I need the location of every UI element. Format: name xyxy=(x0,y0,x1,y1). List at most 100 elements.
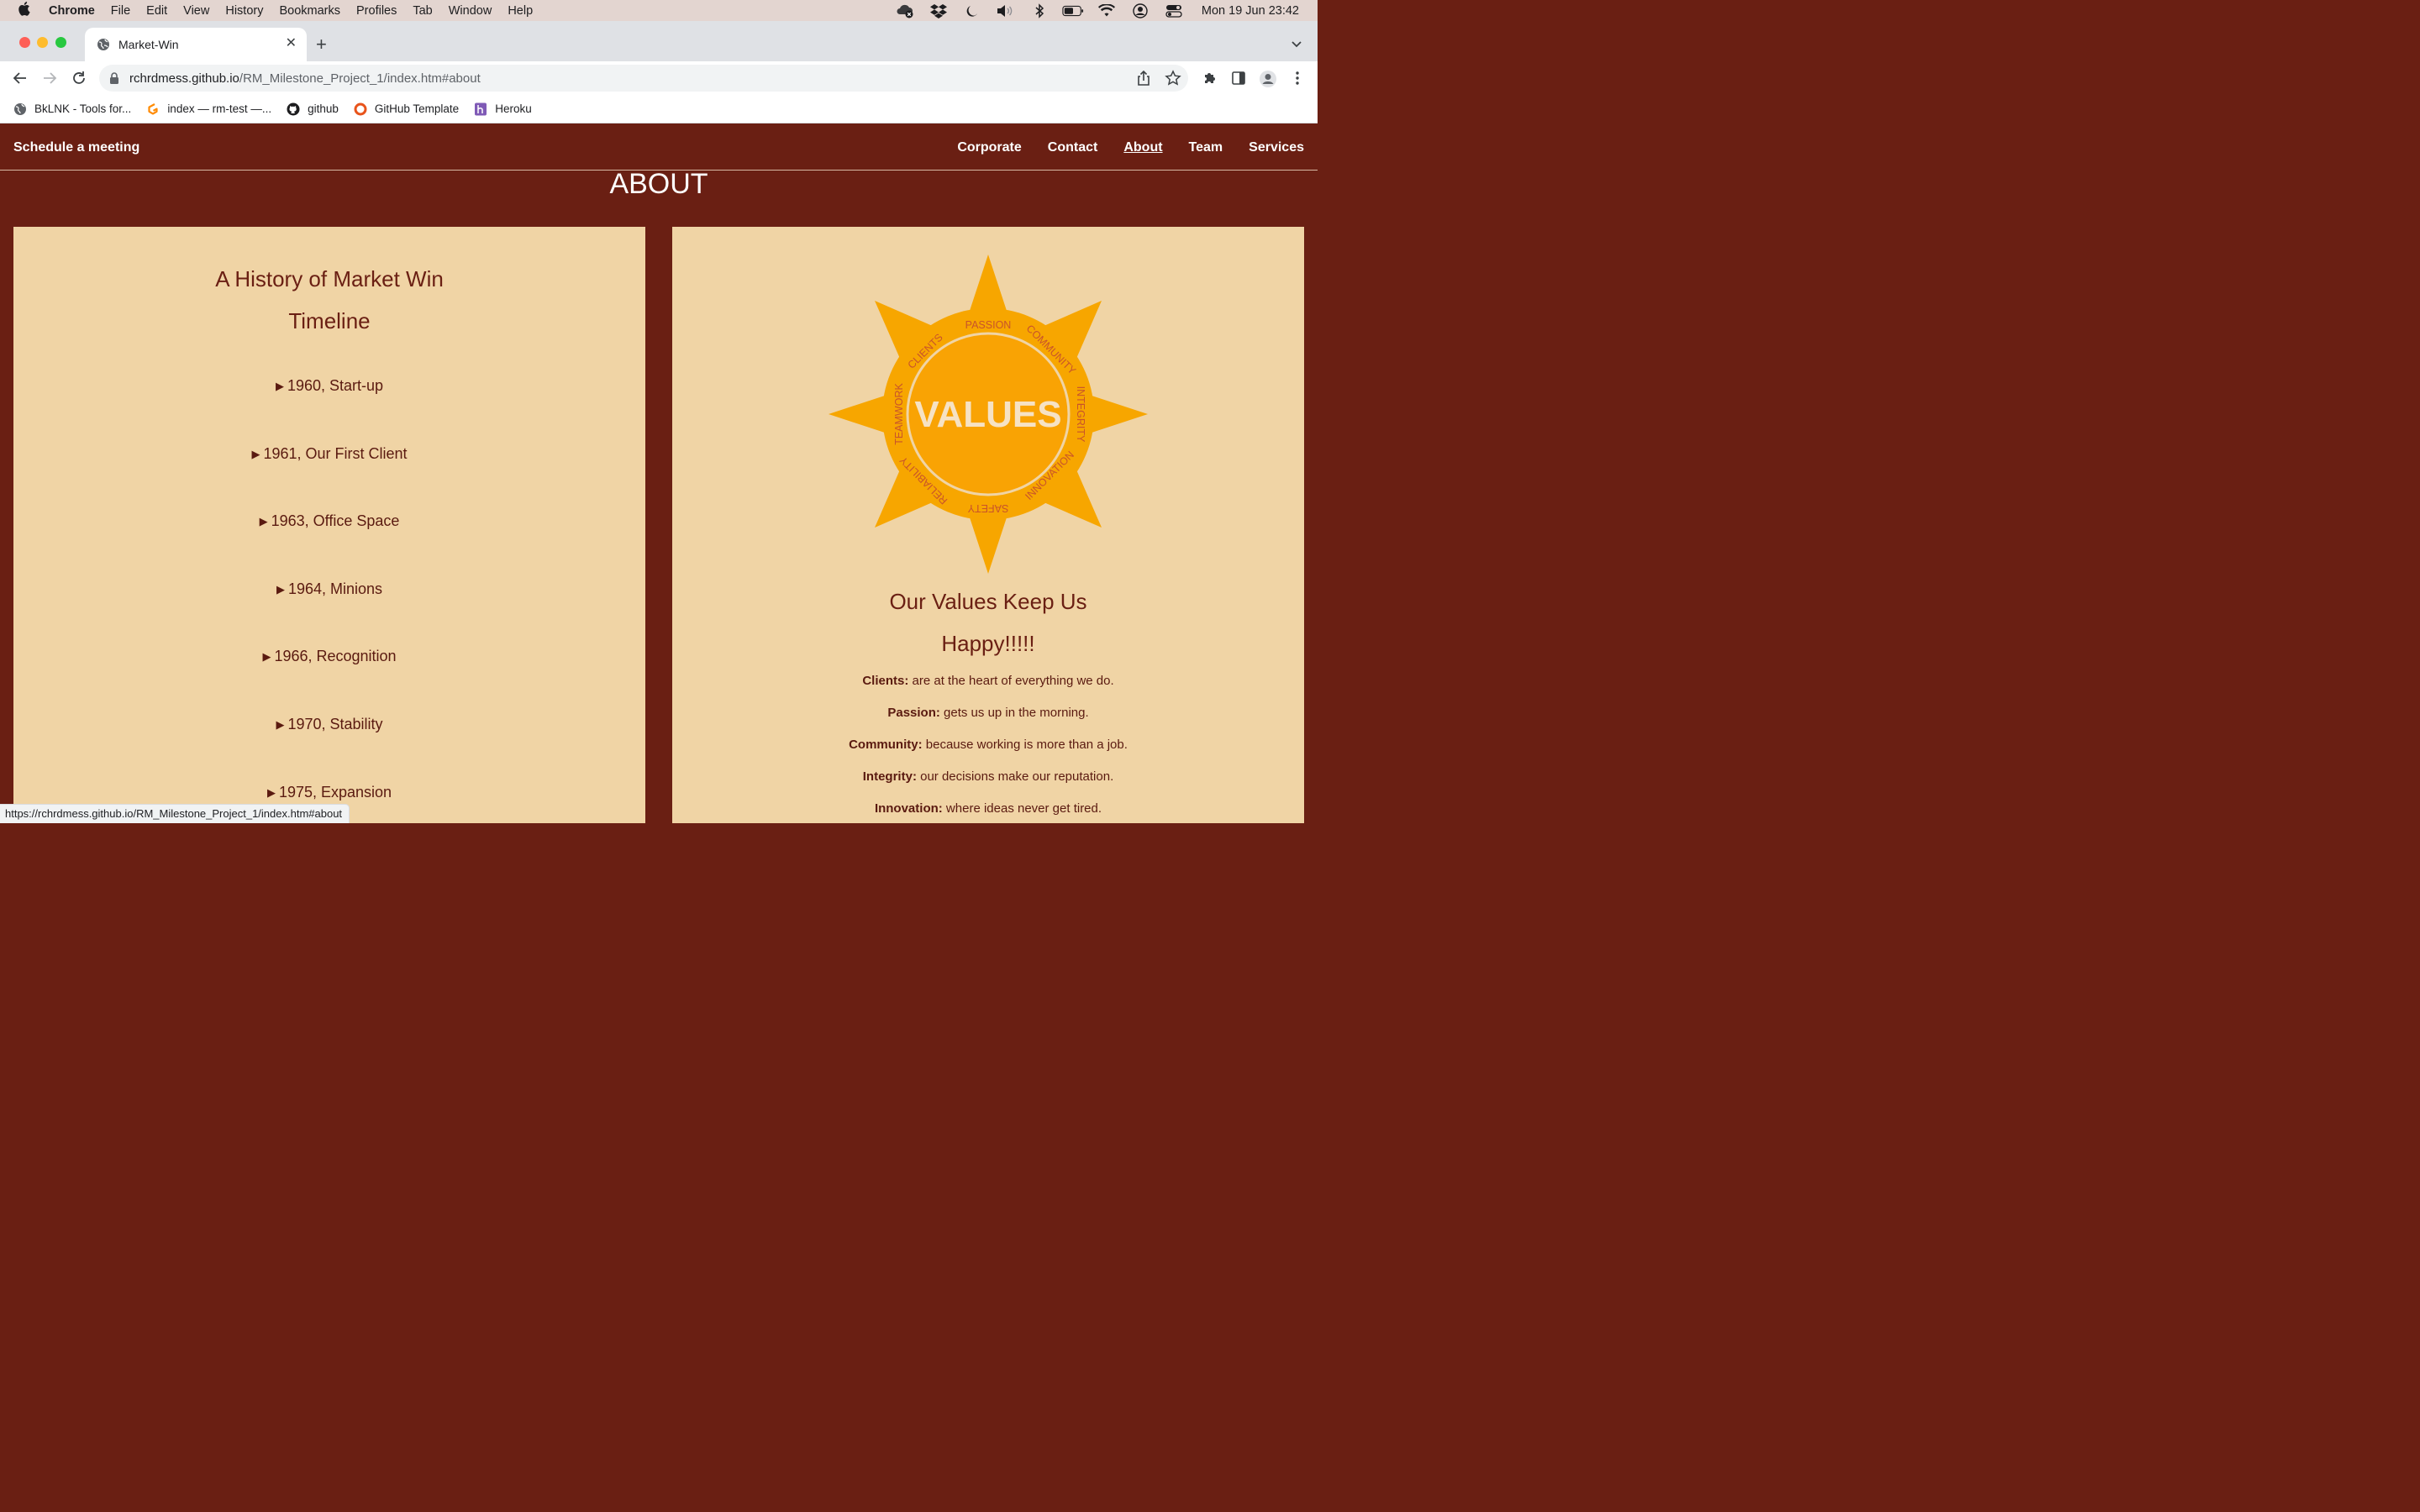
bluetooth-icon[interactable] xyxy=(1028,0,1050,21)
new-tab-icon[interactable]: + xyxy=(316,35,327,54)
timeline-item-label: 1970, Stability xyxy=(287,715,383,732)
values-title-line1: Our Values Keep Us xyxy=(889,589,1087,614)
tab-search-chevron-icon[interactable] xyxy=(1291,38,1302,53)
tab-close-icon[interactable]: ✕ xyxy=(286,37,297,50)
timeline-item-1961[interactable]: ▶ 1961, Our First Client xyxy=(13,445,645,513)
address-bar[interactable]: rchrdmess.github.io/RM_Milestone_Project… xyxy=(99,65,1188,92)
bookmark-star-icon[interactable] xyxy=(1165,70,1181,87)
value-term: Innovation: xyxy=(874,801,943,816)
volume-icon[interactable] xyxy=(995,0,1017,21)
bookmark-label: BkLNK - Tools for... xyxy=(34,102,132,115)
window-close-button[interactable] xyxy=(19,37,30,48)
share-icon[interactable] xyxy=(1135,70,1152,87)
value-text: are at the heart of everything we do. xyxy=(908,674,1114,688)
bookmark-github[interactable]: github xyxy=(287,102,339,116)
value-word-integrity: INTEGRITY xyxy=(1075,386,1086,443)
menu-history[interactable]: History xyxy=(225,4,263,18)
timeline-item-1964[interactable]: ▶ 1964, Minions xyxy=(13,580,645,648)
timeline-item-label: 1964, Minions xyxy=(287,580,383,597)
value-text: where ideas never get tired. xyxy=(942,801,1102,816)
menu-profiles[interactable]: Profiles xyxy=(356,4,397,18)
values-title-line2: Happy!!!!! xyxy=(941,631,1035,656)
value-text: our decisions make our reputation. xyxy=(916,769,1114,784)
menu-bar-clock[interactable]: Mon 19 Jun 23:42 xyxy=(1202,4,1299,18)
timeline-item-label: 1975, Expansion xyxy=(278,783,392,801)
values-title: Our Values Keep Us Happy!!!!! xyxy=(672,580,1304,664)
value-term: Passion: xyxy=(887,706,940,720)
disclosure-triangle-icon: ▶ xyxy=(262,650,271,664)
disclosure-triangle-icon: ▶ xyxy=(259,515,268,528)
reload-icon[interactable] xyxy=(71,70,87,87)
value-word-safety: SAFETY xyxy=(967,502,1008,514)
menu-help[interactable]: Help xyxy=(508,4,533,18)
values-center-text: VALUES xyxy=(914,394,1061,435)
page-title: ABOUT xyxy=(609,168,708,200)
timeline-item-1966[interactable]: ▶ 1966, Recognition xyxy=(13,648,645,716)
web-page: Schedule a meeting Corporate Contact Abo… xyxy=(0,124,1318,823)
moon-icon[interactable] xyxy=(961,0,983,21)
bookmark-heroku[interactable]: Heroku xyxy=(474,102,532,116)
nav-link-contact[interactable]: Contact xyxy=(1048,140,1098,155)
wifi-icon[interactable] xyxy=(1096,0,1118,21)
nav-link-about[interactable]: About xyxy=(1123,140,1162,155)
timeline-list: ▶ 1960, Start-up ▶ 1961, Our First Client … xyxy=(13,377,645,823)
lock-icon[interactable] xyxy=(109,72,119,84)
window-zoom-button[interactable] xyxy=(55,37,66,48)
bookmark-index-rm-test[interactable]: index — rm-test —... xyxy=(146,102,271,116)
bookmark-label: github xyxy=(308,102,339,115)
user-account-icon[interactable] xyxy=(1129,0,1151,21)
side-panel-icon[interactable] xyxy=(1230,70,1247,87)
menu-bookmarks[interactable]: Bookmarks xyxy=(279,4,340,18)
battery-icon[interactable] xyxy=(1062,0,1084,21)
nav-link-team[interactable]: Team xyxy=(1189,140,1223,155)
globe-icon xyxy=(97,38,110,51)
menu-file[interactable]: File xyxy=(111,4,130,18)
site-nav-links: Corporate Contact About Team Services xyxy=(957,140,1304,155)
profile-avatar-icon[interactable] xyxy=(1259,70,1276,87)
timeline-item-1960[interactable]: ▶ 1960, Start-up xyxy=(13,377,645,445)
values-card: VALUES PASSION COMMUNITY INTEGRITY INNOV… xyxy=(672,227,1304,823)
history-card: A History of Market Win Timeline ▶ 1960, … xyxy=(13,227,645,823)
value-item-innovation: Innovation: where ideas never get tired. xyxy=(672,800,1304,823)
value-item-integrity: Integrity: our decisions make our reputa… xyxy=(672,768,1304,800)
timeline-item-label: 1966, Recognition xyxy=(274,648,397,665)
tab-market-win[interactable]: Market-Win ✕ xyxy=(85,28,307,61)
dropbox-icon[interactable] xyxy=(928,0,950,21)
menu-tab[interactable]: Tab xyxy=(413,4,432,18)
back-arrow-icon[interactable] xyxy=(12,70,29,87)
schedule-meeting-link[interactable]: Schedule a meeting xyxy=(13,140,139,155)
control-center-icon[interactable] xyxy=(1163,0,1185,21)
values-sun-image: VALUES PASSION COMMUNITY INTEGRITY INNOV… xyxy=(829,255,1148,574)
gitpod-icon xyxy=(146,102,160,116)
value-text: gets us up in the morning. xyxy=(939,706,1089,720)
nav-link-corporate[interactable]: Corporate xyxy=(957,140,1021,155)
value-item-clients: Clients: are at the heart of everything … xyxy=(672,672,1304,704)
value-item-community: Community: because working is more than … xyxy=(672,736,1304,768)
timeline-item-label: 1963, Office Space xyxy=(271,512,400,530)
menu-view[interactable]: View xyxy=(183,4,209,18)
value-word-teamwork: TEAMWORK xyxy=(893,383,905,445)
menu-chrome[interactable]: Chrome xyxy=(49,4,95,18)
values-list: Clients: are at the heart of everything … xyxy=(672,672,1304,823)
timeline-item-1963[interactable]: ▶ 1963, Office Space xyxy=(13,512,645,580)
menu-edit[interactable]: Edit xyxy=(146,4,167,18)
value-item-passion: Passion: gets us up in the morning. xyxy=(672,704,1304,736)
cloud-icon[interactable] xyxy=(894,0,916,21)
url-host: rchrdmess.github.io xyxy=(129,71,239,86)
extensions-puzzle-icon[interactable] xyxy=(1202,70,1218,87)
disclosure-triangle-icon: ▶ xyxy=(276,582,285,596)
template-icon xyxy=(354,102,367,116)
disclosure-triangle-icon: ▶ xyxy=(276,717,285,731)
menu-window[interactable]: Window xyxy=(449,4,492,18)
chrome-menu-kebab-icon[interactable] xyxy=(1289,70,1306,87)
bookmark-bklnk[interactable]: BkLNK - Tools for... xyxy=(13,102,131,116)
forward-arrow-icon[interactable] xyxy=(41,70,58,87)
tab-title: Market-Win xyxy=(118,38,179,51)
bookmark-label: Heroku xyxy=(495,102,532,115)
nav-link-services[interactable]: Services xyxy=(1249,140,1304,155)
bookmark-github-template[interactable]: GitHub Template xyxy=(354,102,459,116)
window-minimize-button[interactable] xyxy=(37,37,48,48)
timeline-item-1970[interactable]: ▶ 1970, Stability xyxy=(13,716,645,784)
history-title: A History of Market Win Timeline xyxy=(13,258,645,342)
apple-icon[interactable] xyxy=(17,1,32,20)
